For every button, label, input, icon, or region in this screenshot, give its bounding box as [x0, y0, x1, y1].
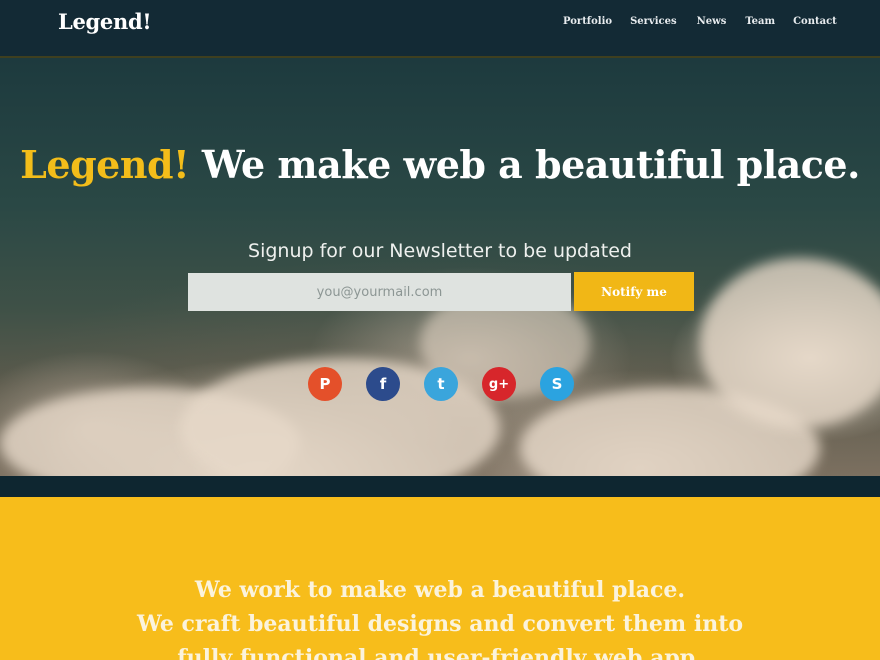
hero-title-text: We make web a beautiful place.	[189, 142, 860, 187]
nav-link-portfolio[interactable]: Portfolio	[563, 16, 612, 30]
pinterest-icon[interactable]: P	[308, 367, 342, 401]
brand-logo[interactable]: Legend!	[58, 9, 152, 34]
nav-link-team[interactable]: Team	[745, 16, 775, 30]
hero-title-accent: Legend!	[20, 142, 190, 187]
facebook-icon[interactable]: f	[366, 367, 400, 401]
section-divider	[0, 476, 880, 497]
google-plus-icon[interactable]: g+	[482, 367, 516, 401]
about-line-1: We work to make web a beautiful place.	[194, 577, 686, 603]
nav-link-news[interactable]: News	[697, 16, 727, 30]
newsletter-caption: Signup for our Newsletter to be updated	[248, 240, 632, 262]
email-input[interactable]	[188, 273, 571, 311]
top-navbar: Legend! Portfolio Services News Team Con…	[0, 0, 880, 58]
nav-link-services[interactable]: Services	[630, 16, 677, 30]
social-links: P f t g+ S	[308, 367, 574, 401]
about-line-2: We craft beautiful designs and convert t…	[136, 611, 744, 637]
skype-icon[interactable]: S	[540, 367, 574, 401]
about-section: We work to make web a beautiful place. W…	[0, 497, 880, 660]
about-line-3: fully functional and user-friendly web a…	[177, 645, 703, 660]
nav-menu: Portfolio Services News Team Contact	[563, 16, 837, 30]
hero-title: Legend! We make web a beautiful place.	[0, 142, 880, 187]
nav-link-contact[interactable]: Contact	[793, 16, 837, 30]
notify-button[interactable]: Notify me	[574, 272, 694, 311]
hero-section: Legend! We make web a beautiful place. S…	[0, 58, 880, 476]
twitter-icon[interactable]: t	[424, 367, 458, 401]
